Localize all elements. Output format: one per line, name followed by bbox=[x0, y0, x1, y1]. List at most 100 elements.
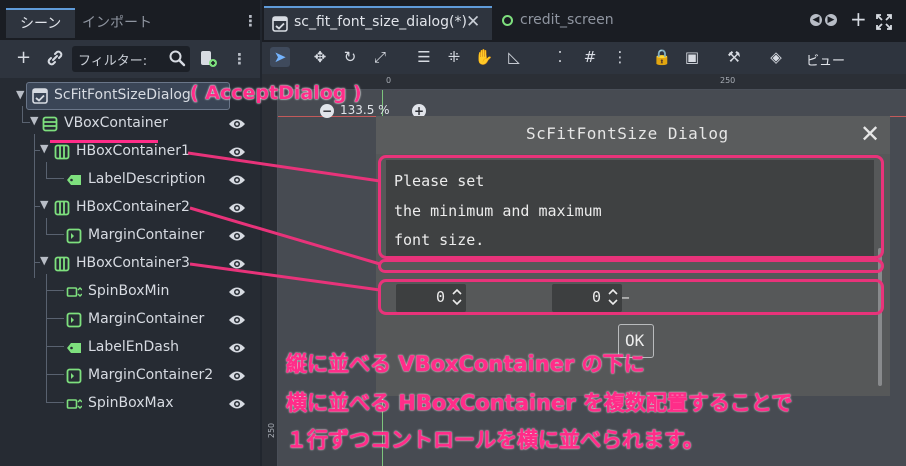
camera-override-icon[interactable]: ◈ bbox=[766, 47, 786, 67]
tree-row[interactable]: SpinBoxMin bbox=[0, 278, 260, 306]
canvas-toolbar: ➤ ✥ ↻ ⤢ ☰ ⁜ ✋ ◺ ⁚ # ⋮ 🔒 ▣ ⚒ ◈ ビュー bbox=[262, 42, 906, 74]
margin-container-icon bbox=[66, 368, 82, 384]
tab-scene[interactable]: シーン bbox=[6, 8, 76, 38]
visibility-eye-icon[interactable] bbox=[228, 173, 246, 187]
filter-input[interactable]: フィルター: bbox=[72, 46, 190, 72]
collapse-arrow-icon[interactable]: ▼ bbox=[40, 198, 48, 211]
vbox-icon bbox=[42, 116, 58, 132]
godot-editor-window: シーン インポート ⋮ + ⋮ フィルター: ▼ ScFitFontSizeDi… bbox=[0, 0, 906, 466]
visibility-eye-icon[interactable] bbox=[228, 145, 246, 159]
collapse-arrow-icon[interactable]: ▼ bbox=[16, 88, 24, 101]
description-line: the minimum and maximum bbox=[394, 202, 602, 220]
tree-label: MarginContainer bbox=[88, 227, 205, 243]
scene-dock: シーン インポート ⋮ + ⋮ フィルター: ▼ ScFitFontSizeDi… bbox=[0, 0, 260, 466]
add-node-icon[interactable]: + bbox=[16, 48, 31, 68]
tree-item-selected[interactable]: ScFitFontSizeDialog bbox=[26, 82, 230, 110]
pan-mode-icon[interactable]: ✋ bbox=[474, 47, 494, 67]
pivot-icon[interactable]: ⁜ bbox=[444, 47, 464, 67]
scene-tree: ▼ ScFitFontSizeDialog ▼ VBoxContainer ▼ … bbox=[0, 78, 260, 466]
visibility-eye-icon[interactable] bbox=[228, 313, 246, 327]
scrollbar[interactable] bbox=[878, 248, 882, 386]
view-menu[interactable]: ビュー bbox=[806, 50, 845, 69]
tree-label: VBoxContainer bbox=[64, 115, 169, 131]
visibility-eye-icon[interactable] bbox=[228, 285, 246, 299]
tree-row[interactable]: ▼ HBoxContainer2 bbox=[0, 194, 260, 222]
collapse-arrow-icon[interactable]: ▼ bbox=[40, 142, 48, 155]
visibility-eye-icon[interactable] bbox=[228, 201, 246, 215]
lock-icon[interactable]: 🔒 bbox=[652, 47, 672, 67]
close-tab-icon[interactable]: ✕ bbox=[466, 12, 480, 32]
spin-arrows-icon[interactable] bbox=[452, 287, 462, 307]
filter-placeholder: フィルター: bbox=[78, 54, 148, 69]
tree-row[interactable]: LabelEnDash bbox=[0, 334, 260, 362]
visibility-eye-icon[interactable] bbox=[228, 257, 246, 271]
tree-row[interactable]: MarginContainer2 bbox=[0, 362, 260, 390]
ok-button[interactable]: OK bbox=[618, 324, 654, 358]
scale-mode-icon[interactable]: ⤢ bbox=[370, 47, 390, 67]
tab-title: sc_fit_font_size_dialog(*) bbox=[294, 14, 467, 30]
ruler-mode-icon[interactable]: ◺ bbox=[504, 47, 524, 67]
description-line: Please set bbox=[394, 172, 485, 190]
dialog-title-bar: ScFitFontSize Dialog ✕ bbox=[376, 116, 890, 154]
tree-label: HBoxContainer3 bbox=[76, 255, 190, 271]
tab-credit-screen[interactable]: credit_screen bbox=[520, 12, 614, 28]
accept-dialog-icon bbox=[32, 88, 48, 104]
rotate-mode-icon[interactable]: ↻ bbox=[340, 47, 360, 67]
tree-row[interactable]: ▼ HBoxContainer3 bbox=[0, 250, 260, 278]
tree-row[interactable]: MarginContainer bbox=[0, 306, 260, 334]
dock-menu-icon[interactable]: ⋮ bbox=[243, 14, 258, 29]
tree-row[interactable]: ▼ HBoxContainer1 bbox=[0, 138, 260, 166]
collapse-arrow-icon[interactable]: ▼ bbox=[40, 254, 48, 267]
visibility-eye-icon[interactable] bbox=[228, 341, 246, 355]
collapse-arrow-icon[interactable]: ▼ bbox=[30, 114, 38, 127]
tab-active-scene[interactable]: sc_fit_font_size_dialog(*) ✕ bbox=[264, 6, 492, 40]
tree-row[interactable]: MarginContainer bbox=[0, 222, 260, 250]
visibility-eye-icon[interactable] bbox=[228, 369, 246, 383]
dialog-title: ScFitFontSize Dialog bbox=[526, 124, 729, 143]
list-select-icon[interactable]: ☰ bbox=[414, 47, 434, 67]
zoom-out-icon[interactable]: − bbox=[320, 104, 334, 118]
tree-label: LabelEnDash bbox=[88, 339, 180, 355]
spinbox-max[interactable]: 0 bbox=[552, 284, 622, 312]
attach-script-icon[interactable] bbox=[198, 49, 218, 74]
scroll-left-icon[interactable]: ◀ bbox=[810, 14, 822, 26]
snap-options-icon[interactable]: ⋮ bbox=[610, 47, 630, 67]
scene-tab-bar: sc_fit_font_size_dialog(*) ✕ credit_scre… bbox=[262, 0, 906, 42]
dialog-close-icon[interactable]: ✕ bbox=[860, 120, 880, 148]
move-mode-icon[interactable]: ✥ bbox=[310, 47, 330, 67]
link-icon[interactable] bbox=[46, 49, 64, 72]
distraction-free-icon[interactable] bbox=[876, 14, 892, 30]
spinbox-min-value: 0 bbox=[436, 288, 446, 306]
visibility-eye-icon[interactable] bbox=[228, 229, 246, 243]
tree-label: SpinBoxMax bbox=[88, 395, 174, 411]
ok-label: OK bbox=[625, 331, 645, 350]
margin-container-icon bbox=[66, 228, 82, 244]
visibility-eye-icon[interactable] bbox=[228, 397, 246, 411]
group-icon[interactable]: ▣ bbox=[682, 47, 702, 67]
tree-label: SpinBoxMin bbox=[88, 283, 170, 299]
dock-tab-bar: シーン インポート ⋮ bbox=[0, 0, 260, 40]
scene-menu-icon[interactable]: ⋮ bbox=[232, 52, 247, 67]
tree-label: HBoxContainer2 bbox=[76, 199, 190, 215]
ruler-vertical: 250 bbox=[262, 90, 278, 466]
tree-row[interactable]: LabelDescription bbox=[0, 166, 260, 194]
smart-snap-icon[interactable]: ⁚ bbox=[550, 47, 570, 67]
grid-snap-icon[interactable]: # bbox=[580, 47, 600, 67]
hbox-icon bbox=[54, 144, 70, 160]
select-mode-icon[interactable]: ➤ bbox=[270, 47, 290, 67]
tree-label: HBoxContainer1 bbox=[76, 143, 190, 159]
tree-row[interactable]: ▼ VBoxContainer bbox=[0, 110, 260, 138]
tree-label: LabelDescription bbox=[88, 171, 206, 187]
hbox-icon bbox=[54, 200, 70, 216]
visibility-eye-icon[interactable] bbox=[228, 117, 246, 131]
zoom-level[interactable]: 133.5 % bbox=[340, 103, 390, 117]
tree-row[interactable]: SpinBoxMax bbox=[0, 390, 260, 418]
scroll-right-icon[interactable]: ▶ bbox=[825, 14, 837, 26]
add-tab-icon[interactable]: + bbox=[850, 9, 867, 29]
skeleton-icon[interactable]: ⚒ bbox=[724, 47, 744, 67]
ruler-mark: 250 bbox=[267, 422, 277, 439]
spinbox-min[interactable]: 0 bbox=[396, 284, 466, 312]
ruler-mark: 250 bbox=[720, 76, 736, 85]
tab-import[interactable]: インポート bbox=[82, 8, 152, 38]
spin-arrows-icon[interactable] bbox=[608, 287, 618, 307]
